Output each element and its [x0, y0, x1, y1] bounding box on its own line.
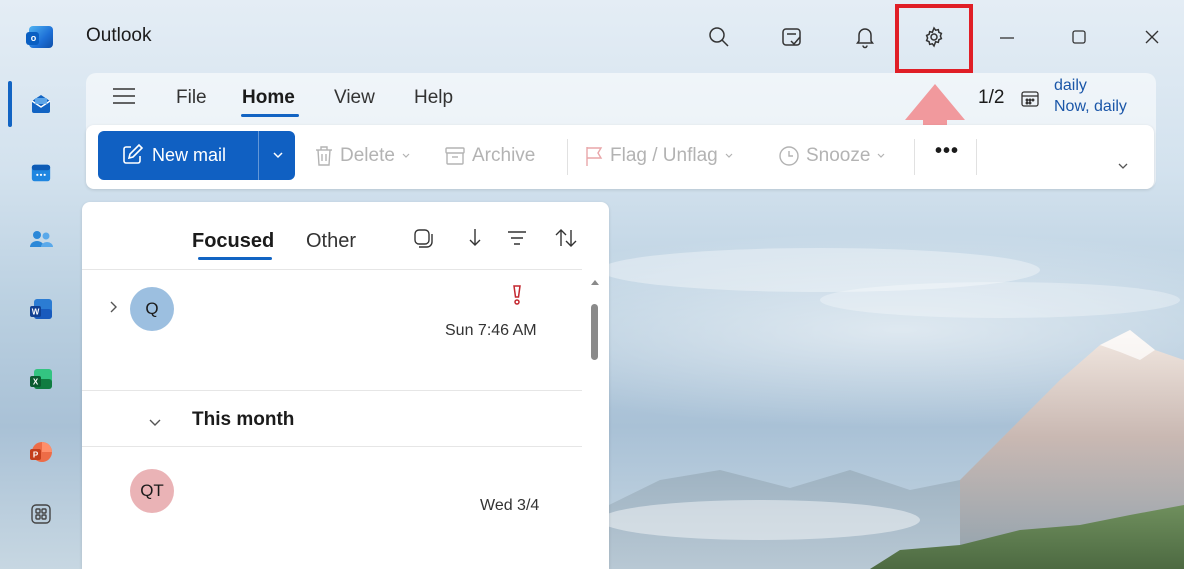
- new-mail-button[interactable]: New mail: [98, 131, 295, 180]
- new-mail-dropdown-chevron-icon[interactable]: [270, 147, 286, 163]
- command-bar: New mail Delete Archive Flag / Unflag Sn…: [86, 125, 1154, 189]
- reminder-counter[interactable]: 1/2: [978, 87, 1004, 109]
- todo-icon[interactable]: [777, 22, 807, 52]
- delete-button[interactable]: Delete: [314, 145, 411, 167]
- mail-icon[interactable]: [27, 90, 55, 118]
- jump-to-icon[interactable]: [460, 224, 488, 252]
- group-header[interactable]: This month: [192, 409, 294, 431]
- tab-other[interactable]: Other: [306, 230, 356, 253]
- scroll-thumb[interactable]: [591, 304, 598, 360]
- archive-icon: [445, 147, 465, 165]
- people-icon[interactable]: [27, 225, 55, 253]
- select-mode-icon[interactable]: [409, 224, 437, 252]
- snooze-button[interactable]: Snooze: [778, 145, 886, 167]
- new-mail-divider: [258, 131, 259, 180]
- ribbon: File Home View Help 1/2 daily Now, daily…: [86, 73, 1156, 189]
- excel-icon[interactable]: X: [27, 365, 55, 393]
- compose-icon: [123, 143, 144, 164]
- menu-bar: File Home View Help 1/2 daily Now, daily: [86, 73, 1156, 121]
- archive-button[interactable]: Archive: [444, 145, 535, 167]
- tab-help[interactable]: Help: [414, 87, 453, 109]
- notifications-icon[interactable]: [850, 22, 880, 52]
- powerpoint-icon[interactable]: P: [27, 438, 55, 466]
- reminder-subtitle[interactable]: Now, daily: [1054, 98, 1127, 116]
- word-icon[interactable]: W: [27, 295, 55, 323]
- delete-dropdown-chevron-icon[interactable]: [401, 151, 411, 161]
- title-bar: o Outlook: [0, 0, 1184, 73]
- close-icon[interactable]: [1137, 22, 1167, 52]
- tab-file[interactable]: File: [176, 87, 207, 109]
- hamburger-menu-icon[interactable]: [110, 84, 138, 108]
- mail-list-scrollbar[interactable]: [588, 276, 602, 569]
- app-rail: W X P: [0, 72, 80, 569]
- excel-icon-letter: X: [33, 378, 39, 387]
- snooze-dropdown-chevron-icon[interactable]: [876, 151, 886, 161]
- reminder-title[interactable]: daily: [1054, 77, 1087, 95]
- avatar: QT: [130, 469, 174, 513]
- list-item[interactable]: QT Wed 3/4: [82, 447, 582, 569]
- maximize-icon[interactable]: [1064, 22, 1094, 52]
- more-apps-icon[interactable]: [27, 500, 55, 528]
- active-tab-indicator: [241, 114, 299, 117]
- focused-tab-indicator: [198, 257, 272, 260]
- tab-view[interactable]: View: [334, 87, 375, 109]
- delete-icon: [316, 146, 332, 166]
- calendar-icon[interactable]: [27, 159, 55, 187]
- settings-highlight-box: [895, 4, 973, 73]
- filter-icon[interactable]: [503, 224, 531, 252]
- row-divider: [82, 390, 582, 391]
- command-separator: [976, 139, 977, 175]
- delete-label: Delete: [340, 145, 395, 166]
- tab-focused[interactable]: Focused: [192, 230, 274, 253]
- collapse-group-chevron-icon[interactable]: [148, 415, 162, 429]
- sort-icon[interactable]: [552, 224, 580, 252]
- flag-button[interactable]: Flag / Unflag: [584, 145, 734, 167]
- high-importance-icon: [513, 285, 521, 305]
- command-separator: [914, 139, 915, 175]
- command-separator: [567, 139, 568, 175]
- tab-home[interactable]: Home: [242, 87, 295, 109]
- expand-ribbon-chevron-icon[interactable]: [1116, 159, 1130, 173]
- clock-icon: [779, 146, 799, 166]
- scroll-up-arrow-icon[interactable]: [591, 280, 599, 285]
- more-commands-button[interactable]: •••: [935, 140, 959, 163]
- archive-label: Archive: [472, 145, 536, 166]
- avatar: Q: [130, 287, 174, 331]
- flag-label: Flag / Unflag: [610, 145, 718, 166]
- outlook-logo-icon: o: [26, 26, 53, 48]
- snooze-label: Snooze: [806, 145, 871, 166]
- mail-list-pane: Focused Other Q Sun 7:46 AM This month Q…: [82, 202, 609, 569]
- word-icon-letter: W: [32, 308, 40, 317]
- flag-icon: [586, 147, 603, 166]
- list-item[interactable]: Q Sun 7:46 AM: [82, 270, 582, 390]
- new-mail-label: New mail: [152, 145, 227, 165]
- expand-thread-chevron-icon[interactable]: [106, 300, 120, 314]
- outlook-logo-letter: o: [30, 33, 37, 43]
- reminder-calendar-icon[interactable]: [1020, 89, 1040, 109]
- mail-time: Sun 7:46 AM: [445, 322, 537, 339]
- powerpoint-icon-letter: P: [33, 451, 39, 460]
- mail-time: Wed 3/4: [480, 497, 540, 514]
- minimize-icon[interactable]: [992, 22, 1022, 52]
- flag-dropdown-chevron-icon[interactable]: [724, 151, 734, 161]
- search-icon[interactable]: [704, 22, 734, 52]
- rail-active-indicator: [8, 81, 12, 127]
- app-title: Outlook: [86, 25, 152, 46]
